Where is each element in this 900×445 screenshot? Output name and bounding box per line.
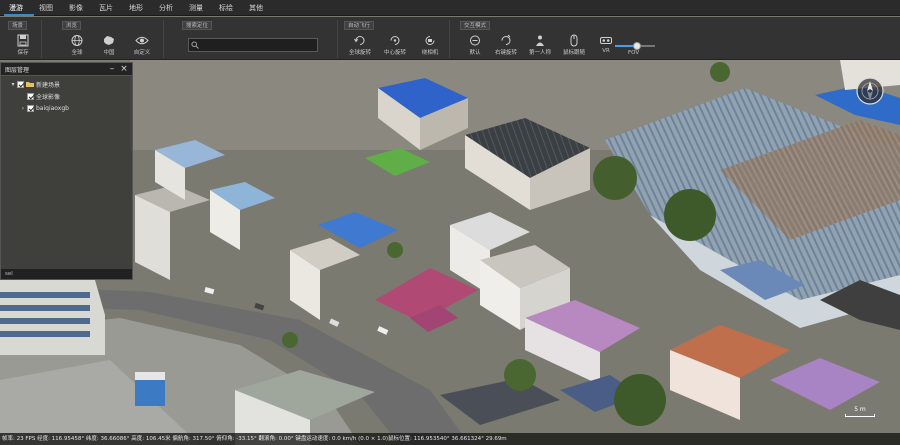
save-label: 保存: [17, 50, 29, 56]
scale-bar: 5 m: [843, 406, 877, 417]
mouse-follow-label: 鼠标跟随: [562, 50, 585, 56]
layer-panel: 图层管理 – × ▾ 新建场景全球影像 › baiqiaoxgb sel: [0, 62, 133, 280]
menu-item-3[interactable]: 瓦片: [94, 0, 124, 16]
menu-item-2[interactable]: 影像: [64, 0, 94, 16]
rotate-icon: [425, 36, 435, 45]
search-box: [188, 38, 318, 52]
default-mode-label: 默认: [469, 50, 481, 56]
layer-tree-label: 新建场景: [36, 81, 61, 89]
minimize-icon[interactable]: –: [107, 64, 117, 74]
expander-icon[interactable]: ▾: [9, 81, 17, 88]
rotate-icon: [390, 36, 400, 45]
menu-item-4[interactable]: 地形: [124, 0, 154, 16]
scale-label: 5 m: [854, 406, 866, 413]
search-input[interactable]: [201, 39, 317, 51]
rotate-icon: [501, 34, 511, 45]
center-rotate-button[interactable]: 中心旋转: [377, 34, 413, 58]
search-icon: [191, 41, 199, 49]
first-person-label: 第一人称: [528, 50, 551, 56]
fov-label: FOV: [628, 50, 640, 56]
group-scene-title: 场景: [8, 21, 28, 30]
layer-panel-header: 图层管理 – ×: [1, 63, 132, 76]
map-china-icon: [104, 36, 114, 45]
status-bar: 帧率: 23 FPS 经度: 116.95458° 纬度: 36.66086° …: [0, 433, 900, 445]
china-view-label: 中国: [103, 50, 115, 56]
floppy-icon: [17, 34, 29, 47]
group-auto-fly-title: 自动飞行: [344, 21, 375, 30]
global-view-button[interactable]: 全球: [59, 34, 95, 58]
vr-headset-icon: [600, 37, 612, 44]
person-icon: [536, 35, 544, 46]
menu-item-7[interactable]: 标绘: [214, 0, 244, 16]
main-menu-bar: 漫游 视图 影像 瓦片 地形 分析 测量 标绘 其他: [0, 0, 900, 16]
menu-item-1[interactable]: 视图: [34, 0, 64, 16]
rotate-icon: [470, 35, 480, 46]
eye-icon: [135, 36, 149, 45]
folder-icon: [26, 82, 34, 87]
status-text: 帧率: 23 FPS 经度: 116.95458° 纬度: 36.66086° …: [2, 436, 507, 442]
scale-line: [845, 414, 875, 417]
save-button[interactable]: 保存: [5, 34, 41, 58]
layer-tree: ▾ 新建场景全球影像 › baiqiaoxgb: [1, 76, 132, 114]
group-browse-title: 浏览: [62, 21, 82, 30]
layer-checkbox[interactable]: [17, 80, 24, 88]
layer-tree-item[interactable]: › baiqiaoxgb: [1, 102, 132, 114]
group-browse: 浏览 全球 中国 自定义: [44, 20, 164, 58]
layer-panel-footer: sel: [1, 269, 132, 279]
right-rotate-button[interactable]: 右键旋转: [488, 34, 524, 58]
layer-tree-item[interactable]: ▾ 新建场景: [1, 78, 132, 90]
ribbon-toolbar: 场景 保存 浏览 全球 中国 自定义 搜索定位 自动飞行 全球旋转 中心旋转 绕…: [0, 17, 900, 60]
layer-panel-title: 图层管理: [5, 66, 30, 74]
custom-view-label: 自定义: [133, 50, 151, 56]
compass-icon[interactable]: [855, 76, 885, 106]
menu-item-0[interactable]: 漫游: [4, 0, 34, 16]
group-interaction-title: 交互模式: [460, 21, 491, 30]
mouse-follow-button[interactable]: 鼠标跟随: [556, 34, 592, 58]
around-camera-label: 绕相机: [421, 50, 439, 56]
menu-item-5[interactable]: 分析: [154, 0, 184, 16]
expander-icon[interactable]: ›: [19, 105, 27, 112]
right-rotate-label: 右键旋转: [494, 50, 517, 56]
first-person-button[interactable]: 第一人称: [522, 34, 558, 58]
fov-knob[interactable]: [633, 42, 641, 50]
layer-checkbox[interactable]: [27, 92, 34, 100]
layer-tree-label: 全球影像: [36, 93, 61, 101]
layer-tree-item[interactable]: 全球影像: [1, 90, 132, 102]
mouse-icon: [570, 34, 578, 47]
custom-view-button[interactable]: 自定义: [124, 34, 160, 58]
group-auto-fly: 自动飞行 全球旋转 中心旋转 绕相机: [340, 20, 450, 58]
global-rotate-label: 全球旋转: [348, 50, 371, 56]
globe-icon: [71, 35, 83, 46]
layer-checkbox[interactable]: [27, 104, 34, 112]
menu-item-8[interactable]: 其他: [244, 0, 274, 16]
rotate-icon: [354, 36, 365, 45]
global-rotate-button[interactable]: 全球旋转: [342, 34, 378, 58]
close-icon[interactable]: ×: [119, 64, 129, 74]
group-search-title: 搜索定位: [182, 21, 213, 30]
center-rotate-label: 中心旋转: [383, 50, 406, 56]
group-scene: 场景 保存: [4, 20, 42, 58]
scene-viewport[interactable]: [0, 0, 900, 445]
global-view-label: 全球: [71, 50, 83, 56]
vr-label: VR: [602, 48, 610, 54]
layer-tree-label: baiqiaoxgb: [36, 104, 69, 112]
china-view-button[interactable]: 中国: [91, 34, 127, 58]
menu-item-6[interactable]: 测量: [184, 0, 214, 16]
around-camera-button[interactable]: 绕相机: [412, 34, 448, 58]
